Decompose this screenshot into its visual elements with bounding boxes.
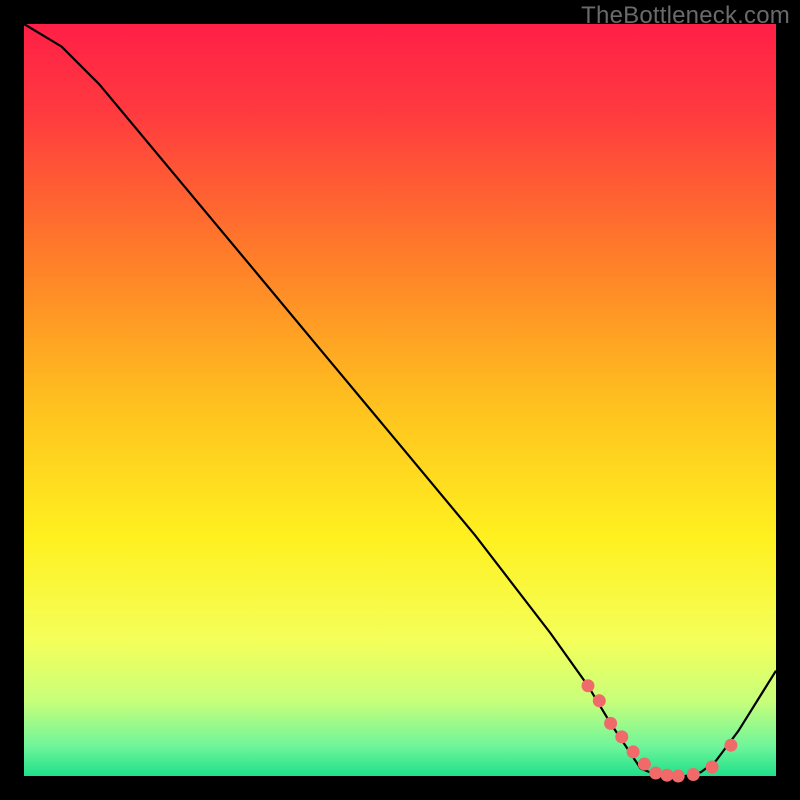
marker-dot: [687, 768, 700, 781]
marker-dot: [672, 770, 685, 783]
marker-dot: [593, 694, 606, 707]
marker-dot: [582, 679, 595, 692]
marker-dot: [615, 730, 628, 743]
attribution-label: TheBottleneck.com: [581, 2, 790, 30]
marker-dot: [706, 761, 719, 774]
marker-dot: [649, 767, 662, 780]
chart-background: [24, 24, 776, 776]
marker-dot: [604, 717, 617, 730]
marker-dot: [638, 758, 651, 771]
chart-container: TheBottleneck.com: [0, 0, 800, 800]
marker-dot: [724, 739, 737, 752]
bottleneck-chart: [0, 0, 800, 800]
marker-dot: [627, 745, 640, 758]
marker-dot: [661, 769, 674, 782]
